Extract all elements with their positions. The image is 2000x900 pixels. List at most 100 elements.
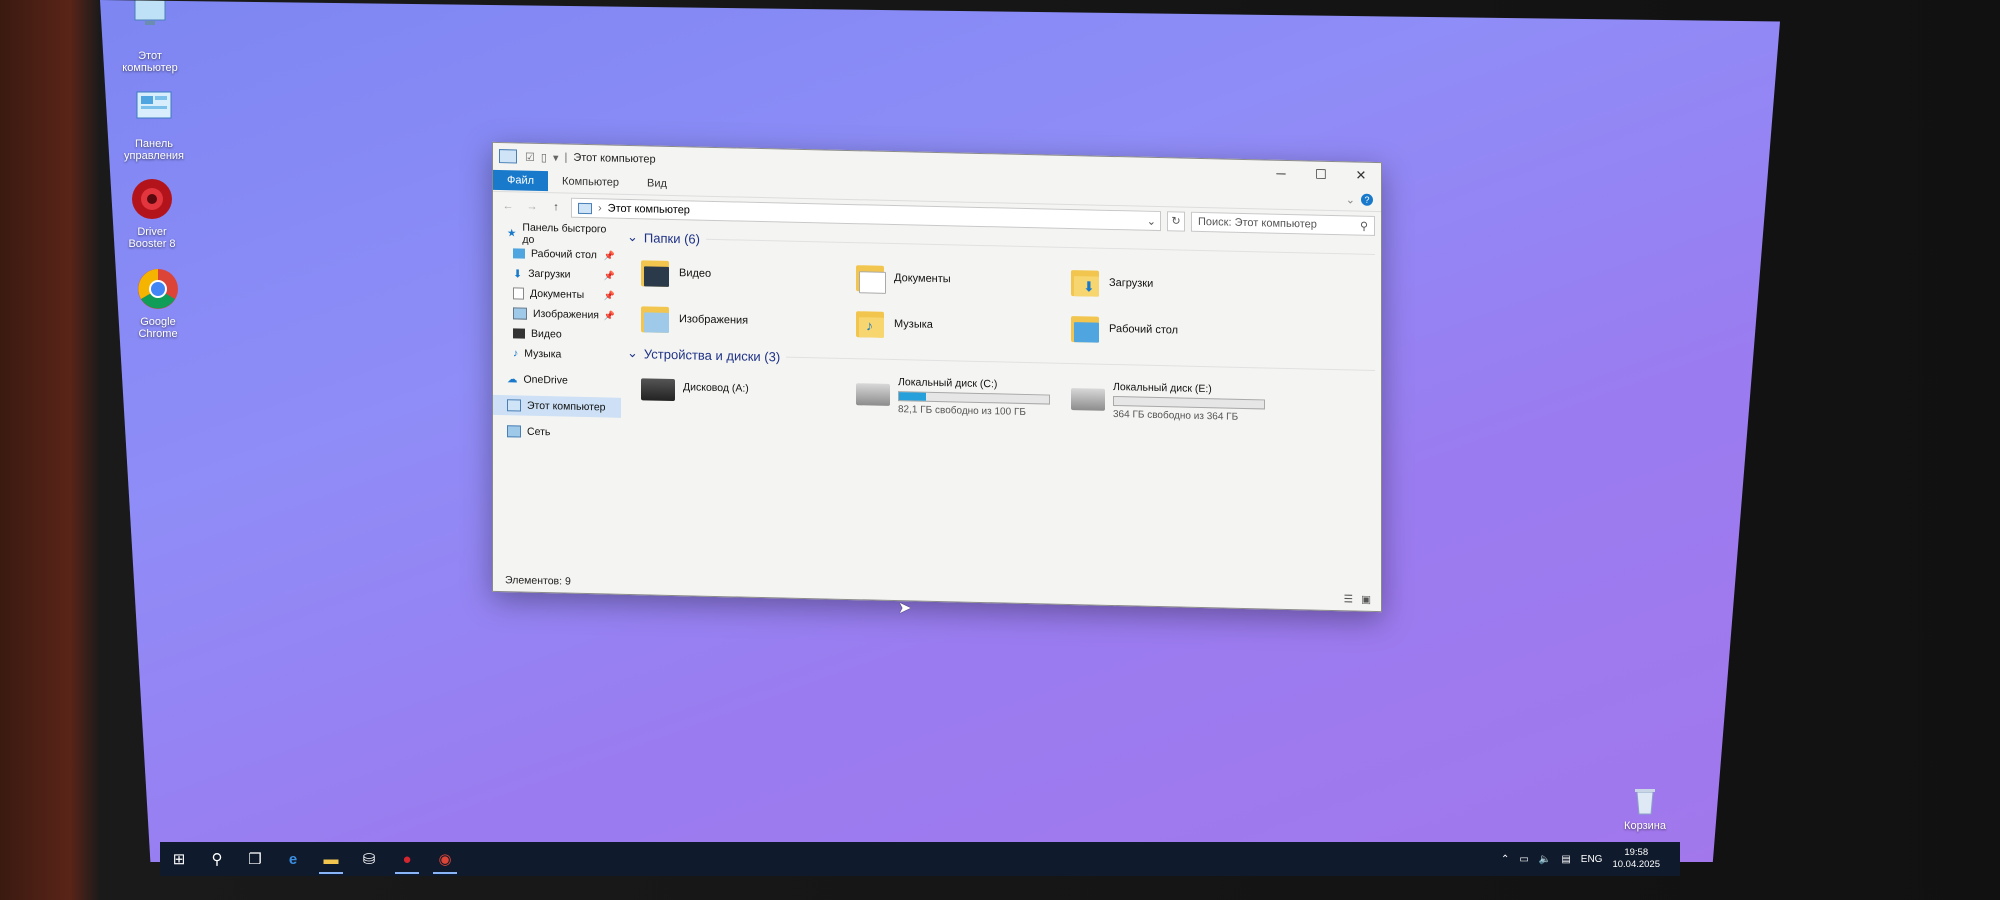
tab-file[interactable]: Файл bbox=[493, 170, 548, 191]
nav-item-this-pc[interactable]: Этот компьютер bbox=[493, 395, 621, 418]
drive-usage-bar bbox=[1113, 396, 1265, 409]
desktop-icon-google-chrome[interactable]: Google Chrome bbox=[108, 266, 208, 340]
up-arrow-icon[interactable]: ↑ bbox=[547, 201, 565, 213]
taskbar: ⊞ ⚲ ❐ e ▬ ⛁ ● ◉ ⌃ ▭ 🔈 ▤ ENG 19:58 10.04.… bbox=[160, 842, 1680, 876]
drive-usage-bar bbox=[898, 391, 1050, 404]
chrome-taskbar-icon[interactable]: ◉ bbox=[426, 842, 464, 876]
task-view-icon[interactable]: ❐ bbox=[236, 842, 274, 876]
folder-label: Музыка bbox=[894, 318, 933, 331]
customize-quick-access-icon[interactable]: ▾ bbox=[553, 151, 559, 164]
drive-label: Дисковод (A:) bbox=[683, 381, 749, 395]
window-body: ★ Панель быстрого до Рабочий стол 📌 ⬇ За… bbox=[493, 219, 1381, 589]
desktop-icon-control-panel[interactable]: Панель управления bbox=[104, 88, 204, 162]
maximize-button[interactable]: ☐ bbox=[1301, 165, 1341, 184]
breadcrumb[interactable]: Этот компьютер bbox=[608, 203, 690, 217]
chevron-up-icon[interactable]: ⌃ bbox=[1501, 854, 1509, 865]
folder-desktop[interactable]: Рабочий стол bbox=[1071, 308, 1286, 353]
computer-icon bbox=[507, 399, 521, 411]
pin-icon: 📌 bbox=[603, 309, 615, 321]
network-icon bbox=[507, 425, 521, 437]
start-button[interactable]: ⊞ bbox=[160, 842, 198, 876]
folder-music[interactable]: ♪ Музыка bbox=[856, 303, 1071, 348]
folder-videos[interactable]: Видео bbox=[641, 252, 856, 297]
folder-label: Изображения bbox=[679, 313, 749, 327]
folder-label: Документы bbox=[894, 272, 951, 286]
drive-e[interactable]: Локальный диск (E:) 364 ГБ свободно из 3… bbox=[1071, 380, 1286, 424]
windows-drive-icon bbox=[856, 383, 890, 406]
folder-icon: ♪ bbox=[856, 307, 886, 340]
folder-icon bbox=[1071, 312, 1101, 345]
expand-ribbon-icon[interactable]: ⌄ bbox=[1346, 193, 1355, 206]
refresh-icon[interactable]: ↻ bbox=[1167, 211, 1185, 231]
search-input[interactable]: Поиск: Этот компьютер ⚲ bbox=[1191, 212, 1375, 236]
floppy-drive-icon bbox=[641, 378, 675, 401]
minimize-button[interactable]: ─ bbox=[1261, 164, 1301, 183]
nav-item-label: Сеть bbox=[527, 425, 551, 439]
desktop-icon-recycle-bin[interactable]: Корзина bbox=[1615, 786, 1675, 832]
nav-item-label: Этот компьютер bbox=[527, 399, 606, 414]
clock-date: 10.04.2025 bbox=[1612, 859, 1660, 870]
folder-documents[interactable]: Документы bbox=[856, 257, 1071, 302]
back-arrow-icon[interactable]: ← bbox=[499, 200, 517, 212]
driver-booster-icon bbox=[129, 176, 175, 222]
tab-view[interactable]: Вид bbox=[633, 173, 681, 194]
clock[interactable]: 19:58 10.04.2025 bbox=[1612, 847, 1660, 871]
desktop[interactable]: Этот компьютер Панель управления Driver … bbox=[100, 0, 1780, 862]
desktop-icon-label: компьютер bbox=[122, 62, 178, 74]
forward-arrow-icon[interactable]: → bbox=[523, 201, 541, 213]
file-explorer-icon[interactable]: ▬ bbox=[312, 842, 350, 876]
folder-icon: ⬇ bbox=[1071, 266, 1101, 299]
notification-icon[interactable]: ▤ bbox=[1561, 854, 1570, 865]
search-icon[interactable]: ⚲ bbox=[198, 842, 236, 876]
large-icons-view-icon[interactable]: ▣ bbox=[1361, 594, 1371, 606]
address-dropdown-icon[interactable]: ⌄ bbox=[1147, 214, 1160, 227]
help-icon[interactable]: ? bbox=[1361, 194, 1373, 206]
file-explorer-window[interactable]: ☑ ▯ ▾ | Этот компьютер ─ ☐ ✕ Файл Компью… bbox=[492, 142, 1382, 612]
folder-label: Загрузки bbox=[1109, 276, 1154, 290]
new-folder-icon[interactable]: ▯ bbox=[541, 151, 547, 164]
nav-item-onedrive[interactable]: ☁ OneDrive bbox=[493, 369, 621, 392]
chevron-down-icon: ⌄ bbox=[627, 344, 638, 361]
search-icon: ⚲ bbox=[1359, 220, 1368, 233]
folder-icon bbox=[641, 256, 671, 289]
store-icon[interactable]: ⛁ bbox=[350, 842, 388, 876]
details-view-icon[interactable]: ☰ bbox=[1344, 593, 1353, 605]
chevron-down-icon: ⌄ bbox=[627, 228, 638, 245]
nav-item-network[interactable]: Сеть bbox=[493, 421, 621, 444]
document-icon bbox=[513, 287, 524, 299]
content-pane[interactable]: ⌄ Папки (6) Видео Документы ⬇ Загрузки И… bbox=[621, 222, 1381, 589]
mouse-cursor-icon: ➤ bbox=[898, 600, 912, 617]
pin-icon: 📌 bbox=[603, 289, 615, 301]
download-arrow-icon: ⬇ bbox=[513, 267, 523, 281]
nav-item-label: Рабочий стол bbox=[531, 247, 597, 262]
nav-item-label: Видео bbox=[531, 327, 562, 341]
folder-label: Рабочий стол bbox=[1109, 322, 1179, 337]
nav-item-label: OneDrive bbox=[523, 373, 568, 387]
nav-item-music[interactable]: ♪ Музыка bbox=[493, 343, 621, 366]
close-button[interactable]: ✕ bbox=[1341, 166, 1381, 185]
drive-a[interactable]: Дисковод (A:) bbox=[641, 370, 856, 414]
clock-time: 19:58 bbox=[1624, 847, 1649, 858]
desktop-icon-label: Корзина bbox=[1624, 820, 1666, 832]
driver-booster-taskbar-icon[interactable]: ● bbox=[388, 842, 426, 876]
navigation-pane: ★ Панель быстрого до Рабочий стол 📌 ⬇ За… bbox=[493, 219, 621, 572]
edge-icon[interactable]: e bbox=[274, 842, 312, 876]
music-note-icon: ♪ bbox=[513, 347, 519, 360]
nav-item-label: Музыка bbox=[524, 347, 562, 361]
drive-c[interactable]: Локальный диск (C:) 82,1 ГБ свободно из … bbox=[856, 375, 1071, 419]
desktop-icon-driver-booster[interactable]: Driver Booster 8 bbox=[102, 176, 202, 250]
properties-icon[interactable]: ☑ bbox=[525, 150, 535, 163]
chrome-icon bbox=[135, 266, 181, 312]
drive-label: Локальный диск (C:) bbox=[898, 376, 998, 391]
tab-computer[interactable]: Компьютер bbox=[548, 171, 633, 193]
language-indicator[interactable]: ENG bbox=[1581, 854, 1603, 865]
drive-free-space: 82,1 ГБ свободно из 100 ГБ bbox=[898, 404, 1026, 419]
computer-icon bbox=[127, 0, 173, 46]
folder-pictures[interactable]: Изображения bbox=[641, 298, 856, 343]
volume-icon[interactable]: 🔈 bbox=[1539, 854, 1551, 865]
network-icon[interactable]: ▭ bbox=[1519, 854, 1528, 865]
breadcrumb-chevron-icon: › bbox=[598, 202, 602, 215]
nav-item-label: Изображения bbox=[533, 307, 599, 322]
desktop-icon-this-pc[interactable]: Этот компьютер bbox=[100, 0, 200, 74]
folder-downloads[interactable]: ⬇ Загрузки bbox=[1071, 262, 1286, 307]
